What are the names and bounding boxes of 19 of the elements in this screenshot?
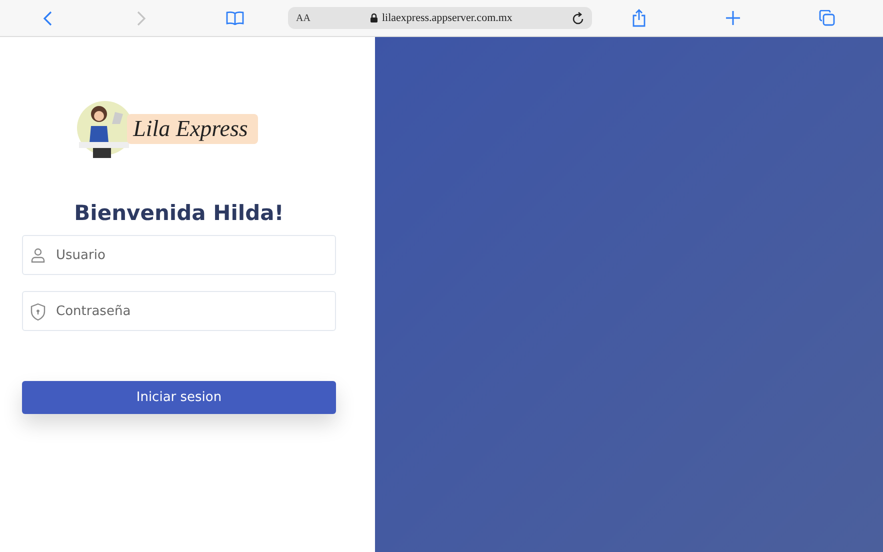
tabs-icon[interactable]	[819, 10, 835, 26]
login-button[interactable]: Iniciar sesion	[22, 381, 336, 414]
user-icon	[30, 247, 46, 263]
reload-icon[interactable]	[572, 12, 584, 24]
lock-icon	[370, 13, 378, 23]
welcome-title: Bienvenida Hilda!	[73, 201, 285, 225]
address-bar[interactable]: AA lilaexpress.appserver.com.mx	[288, 7, 592, 29]
logo-text: Lila Express	[127, 114, 258, 144]
share-icon[interactable]	[632, 9, 646, 27]
plus-icon[interactable]	[726, 11, 740, 25]
back-icon	[42, 10, 52, 26]
username-field[interactable]: Usuario	[22, 235, 336, 275]
forward-icon	[136, 10, 146, 26]
back-button[interactable]	[42, 10, 52, 26]
book-icon[interactable]	[226, 11, 244, 25]
shield-icon	[30, 303, 46, 321]
url-text: lilaexpress.appserver.com.mx	[382, 12, 512, 24]
text-size-button[interactable]: AA	[296, 12, 310, 24]
password-field[interactable]: Contraseña	[22, 291, 336, 331]
